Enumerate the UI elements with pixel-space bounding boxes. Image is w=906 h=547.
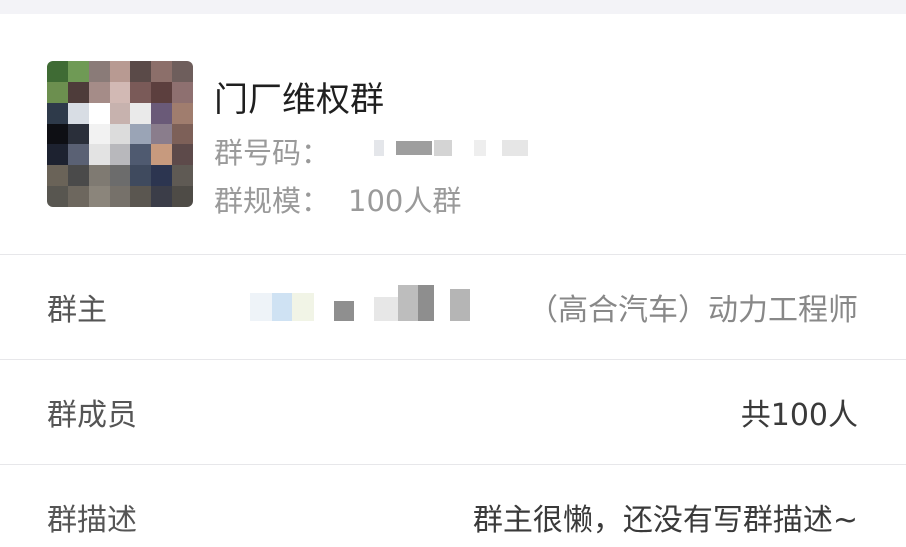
avatar-pixel [47, 61, 68, 82]
avatar-pixel [130, 123, 152, 145]
avatar-pixel [47, 144, 68, 166]
group-owner-label: 群主 [47, 293, 107, 328]
avatar-pixel [172, 165, 193, 187]
group-description-row[interactable]: 群描述 群主很懒，还没有写群描述~ [0, 465, 906, 547]
avatar-pixel [109, 61, 131, 82]
group-members-row[interactable]: 群成员 共100人 [0, 360, 906, 464]
avatar-pixel [109, 165, 131, 187]
group-info-page: 门厂维权群 群号码： 群规模： 100人群 群主 （高合汽车）动力工程师 群成员… [0, 0, 906, 547]
avatar-pixel [151, 186, 173, 207]
avatar-pixel [130, 81, 152, 103]
avatar-pixel [130, 144, 152, 166]
group-id-row: 群号码： [214, 130, 330, 172]
avatar-pixel [67, 81, 89, 103]
avatar-pixel [172, 81, 193, 103]
group-id-label: 群号码： [214, 136, 331, 170]
avatar-pixel [88, 165, 110, 187]
group-members-value: 共100人 [740, 398, 858, 433]
avatar-pixel [130, 186, 152, 207]
avatar-pixel [172, 61, 193, 82]
avatar-pixel [109, 186, 131, 207]
avatar-pixel [172, 144, 193, 166]
avatar-pixel [151, 81, 173, 103]
group-owner-row[interactable]: 群主 （高合汽车）动力工程师 [0, 255, 906, 359]
avatar-pixel [151, 61, 173, 82]
top-strip [0, 0, 906, 14]
avatar-pixel [88, 186, 110, 207]
avatar-pixel [88, 123, 110, 145]
avatar-pixel [109, 81, 131, 103]
avatar-pixel [172, 123, 193, 145]
group-size-row: 群规模： 100人群 [214, 178, 461, 220]
avatar-pixel [109, 144, 131, 166]
avatar-pixel [172, 186, 193, 207]
avatar-pixel [88, 81, 110, 103]
avatar-pixel [151, 102, 173, 124]
avatar-pixel [67, 102, 89, 124]
group-description-label: 群描述 [47, 503, 137, 538]
group-members-label: 群成员 [47, 398, 137, 433]
avatar-pixel [130, 102, 152, 124]
owner-name-redacted [250, 285, 472, 329]
avatar-pixel [47, 102, 68, 124]
avatar-pixel [67, 144, 89, 166]
avatar-pixel [130, 61, 152, 82]
avatar-pixel [47, 165, 68, 187]
avatar-pixel [47, 123, 68, 145]
avatar-pixel [151, 165, 173, 187]
group-avatar [47, 61, 193, 207]
group-size-value: 100人群 [348, 184, 462, 218]
group-owner-title: （高合汽车）动力工程师 [528, 293, 858, 328]
avatar-pixel [151, 144, 173, 166]
group-description-value: 群主很懒，还没有写群描述~ [472, 503, 858, 538]
avatar-pixel [67, 165, 89, 187]
avatar-pixel [109, 123, 131, 145]
avatar-pixel [109, 102, 131, 124]
avatar-pixel [47, 186, 68, 207]
avatar-pixel [47, 81, 68, 103]
avatar-pixel [67, 61, 89, 82]
avatar-pixel [130, 165, 152, 187]
avatar-pixel [88, 102, 110, 124]
avatar-pixel [67, 186, 89, 207]
avatar-pixel [172, 102, 193, 124]
group-header-card[interactable]: 门厂维权群 群号码： 群规模： 100人群 [0, 14, 906, 254]
avatar-pixel [88, 144, 110, 166]
avatar-pixel [88, 61, 110, 82]
group-size-label: 群规模： [214, 184, 331, 218]
avatar-pixel [67, 123, 89, 145]
group-name: 门厂维权群 [214, 80, 384, 120]
group-id-redacted [370, 136, 540, 160]
avatar-pixel [151, 123, 173, 145]
